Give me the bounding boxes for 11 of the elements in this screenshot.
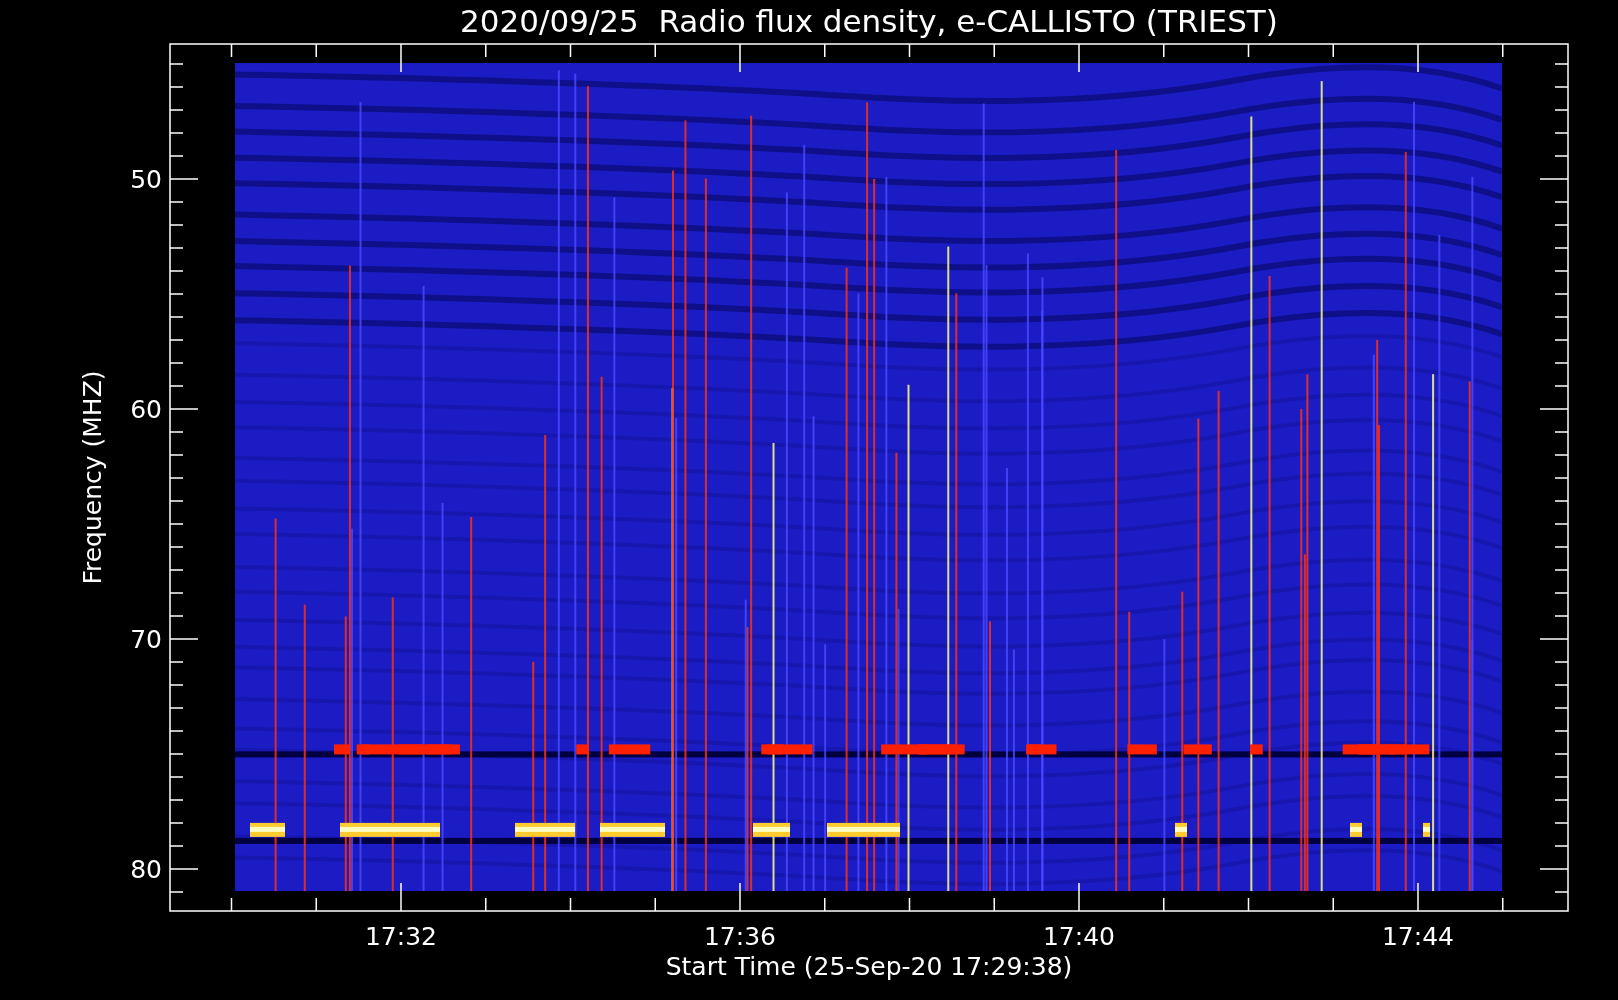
x-axis-label: Start Time (25-Sep-20 17:29:38) xyxy=(665,952,1073,981)
x-tick-label: 17:40 xyxy=(1043,922,1115,951)
x-tick-label: 17:32 xyxy=(365,922,437,951)
y-tick-label: 50 xyxy=(130,165,162,194)
y-tick-label: 60 xyxy=(130,395,162,424)
y-axis-label: Frequency (MHZ) xyxy=(78,370,107,585)
chart-title: 2020/09/25 Radio flux density, e-CALLISTO (TRIEST) xyxy=(460,3,1278,39)
x-tick-label: 17:36 xyxy=(704,922,776,951)
x-tick-label: 17:44 xyxy=(1382,922,1454,951)
y-tick-label: 80 xyxy=(130,855,162,884)
y-tick-label: 70 xyxy=(130,625,162,654)
